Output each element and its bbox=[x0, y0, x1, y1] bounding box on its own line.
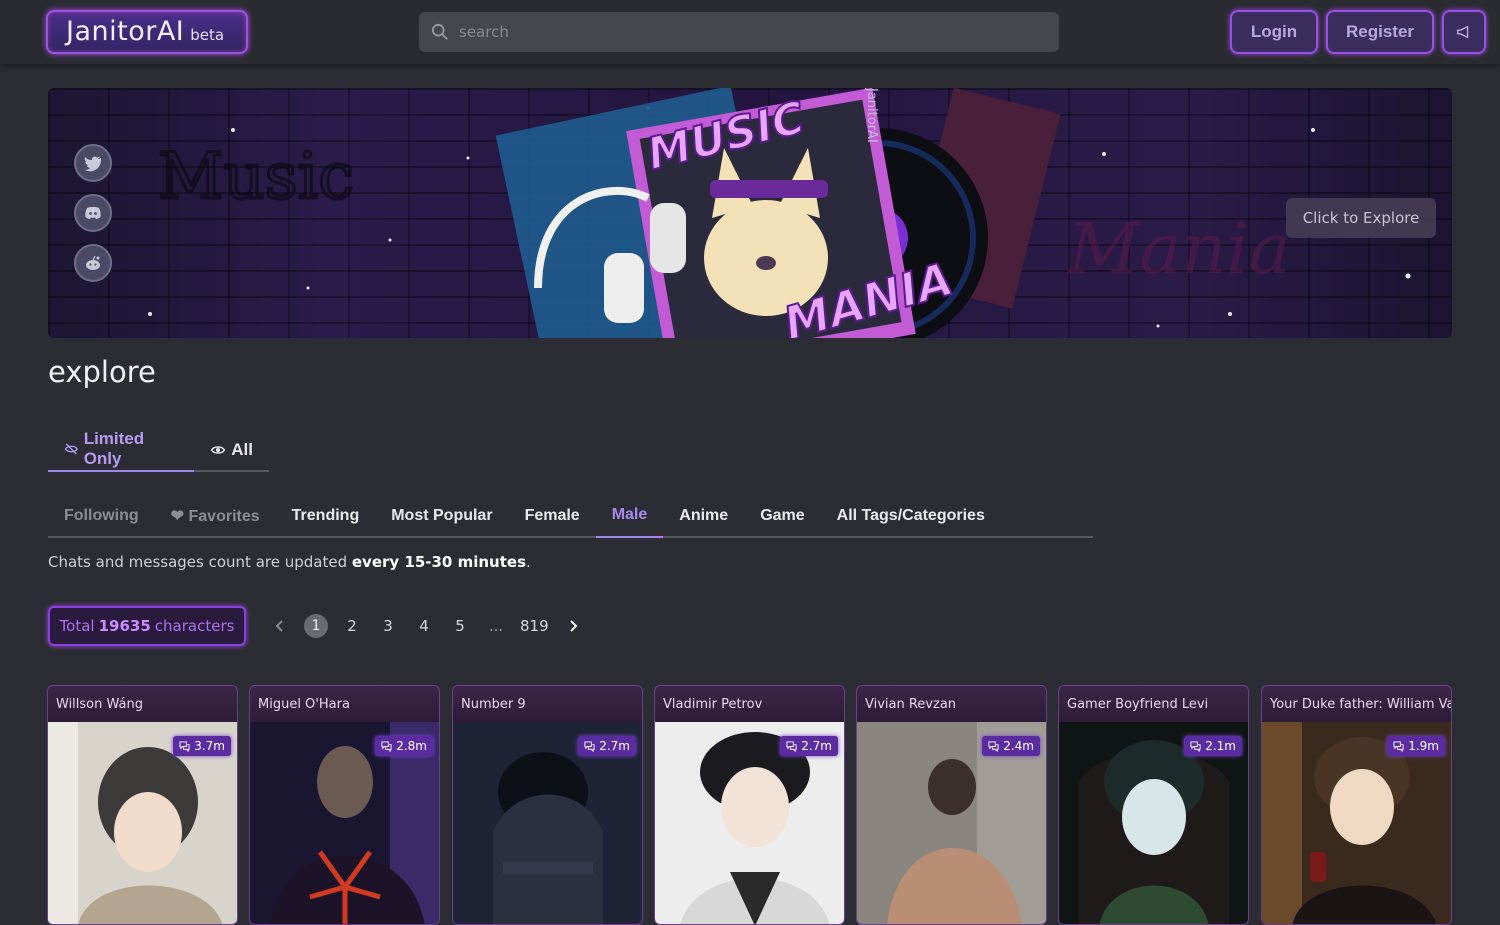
update-notice-period: . bbox=[526, 553, 531, 571]
prev-page-button[interactable] bbox=[268, 614, 292, 638]
banner-artwork: Music Mania MUSIC MANIA JanitorAI bbox=[148, 88, 1411, 338]
login-button[interactable]: Login bbox=[1230, 10, 1318, 54]
twitter-icon bbox=[84, 156, 101, 172]
update-notice-interval: every 15-30 minutes bbox=[351, 553, 526, 571]
chat-count-badge: 2.4m bbox=[982, 736, 1040, 756]
chat-count: 3.7m bbox=[194, 739, 225, 753]
character-name: Your Duke father: William Var bbox=[1262, 686, 1451, 722]
tab-all-label: All bbox=[231, 440, 253, 459]
next-page-button[interactable] bbox=[561, 614, 585, 638]
tab-most-popular[interactable]: Most Popular bbox=[375, 494, 508, 538]
svg-text:Music: Music bbox=[158, 140, 354, 214]
chat-count-badge: 2.1m bbox=[1184, 736, 1242, 756]
search-bar[interactable] bbox=[419, 12, 1059, 52]
chevron-left-icon bbox=[275, 620, 283, 632]
chat-count: 2.4m bbox=[1003, 739, 1034, 753]
content-mode-tabs: Limited Only All bbox=[48, 428, 269, 472]
chat-count: 2.1m bbox=[1205, 739, 1236, 753]
character-card[interactable]: Vivian Revzan 2.4m bbox=[856, 685, 1047, 925]
character-name: Vivian Revzan bbox=[857, 686, 1046, 722]
chat-count-badge: 3.7m bbox=[173, 736, 231, 756]
page-title: explore bbox=[48, 355, 156, 389]
chat-count: 2.7m bbox=[801, 739, 832, 753]
chat-bubbles-icon bbox=[584, 740, 595, 752]
page-button-5[interactable]: 5 bbox=[448, 614, 472, 638]
chat-count: 1.9m bbox=[1408, 739, 1439, 753]
logo-beta-tag: beta bbox=[190, 26, 225, 44]
category-tabs: Following ❤ Favorites Trending Most Popu… bbox=[48, 494, 1093, 538]
chat-bubbles-icon bbox=[179, 740, 190, 752]
discord-link[interactable] bbox=[74, 194, 112, 232]
megaphone-icon bbox=[1456, 25, 1469, 39]
tab-game[interactable]: Game bbox=[744, 494, 820, 538]
page-button-2[interactable]: 2 bbox=[340, 614, 364, 638]
top-bar: JanitorAI beta Login Register bbox=[0, 0, 1500, 64]
tab-limited-only-label: Limited Only bbox=[83, 429, 145, 468]
tab-male[interactable]: Male bbox=[595, 494, 664, 538]
total-characters-badge: Total 19635 characters bbox=[48, 606, 246, 646]
reddit-icon bbox=[86, 255, 100, 270]
update-notice: Chats and messages count are updated eve… bbox=[48, 553, 531, 571]
tab-anime[interactable]: Anime bbox=[663, 494, 744, 538]
tab-trending[interactable]: Trending bbox=[276, 494, 376, 538]
pagination: 1 2 3 4 5 ... 819 bbox=[262, 612, 591, 640]
character-name: Gamer Boyfriend Levi bbox=[1059, 686, 1248, 722]
chat-bubbles-icon bbox=[786, 740, 797, 752]
chat-bubbles-icon bbox=[381, 740, 392, 752]
page-button-1[interactable]: 1 bbox=[304, 614, 328, 638]
page-button-last[interactable]: 819 bbox=[520, 614, 549, 638]
reddit-link[interactable] bbox=[74, 244, 112, 282]
search-input[interactable] bbox=[459, 23, 1019, 41]
character-card[interactable]: Gamer Boyfriend Levi 2.1m bbox=[1058, 685, 1249, 925]
character-card[interactable]: Miguel O'Hara 2.8m bbox=[249, 685, 440, 925]
update-notice-text: Chats and messages count are updated bbox=[48, 553, 352, 571]
character-card[interactable]: Your Duke father: William Var 1.9m bbox=[1261, 685, 1452, 925]
chat-bubbles-icon bbox=[988, 740, 999, 752]
tab-all-tags[interactable]: All Tags/Categories bbox=[821, 494, 1001, 538]
character-name: Number 9 bbox=[453, 686, 642, 722]
tab-limited-only[interactable]: Limited Only bbox=[48, 428, 195, 472]
svg-text:Mania: Mania bbox=[1066, 208, 1291, 290]
chat-count: 2.7m bbox=[599, 739, 630, 753]
page-ellipsis: ... bbox=[488, 617, 504, 635]
character-card[interactable]: Willson Wáng 3.7m bbox=[47, 685, 238, 925]
chat-bubbles-icon bbox=[1190, 740, 1201, 752]
page-button-3[interactable]: 3 bbox=[376, 614, 400, 638]
promo-banner[interactable]: Music Mania MUSIC MANIA JanitorAI Click … bbox=[48, 88, 1452, 338]
announcement-button[interactable] bbox=[1442, 10, 1486, 54]
total-count: 19635 bbox=[98, 617, 151, 635]
explore-banner-button[interactable]: Click to Explore bbox=[1286, 198, 1436, 238]
chat-bubbles-icon bbox=[1393, 740, 1404, 752]
character-card[interactable]: Vladimir Petrov 2.7m bbox=[654, 685, 845, 925]
logo-text: JanitorAI bbox=[66, 16, 185, 47]
chat-count-badge: 2.7m bbox=[578, 736, 636, 756]
character-name: Vladimir Petrov bbox=[655, 686, 844, 722]
character-name: Willson Wáng bbox=[48, 686, 237, 722]
tab-female[interactable]: Female bbox=[509, 494, 596, 538]
page-button-4[interactable]: 4 bbox=[412, 614, 436, 638]
eye-icon bbox=[211, 446, 226, 454]
character-card[interactable]: Number 9 2.7m bbox=[452, 685, 643, 925]
svg-text:JanitorAI: JanitorAI bbox=[864, 88, 879, 143]
total-prefix: Total bbox=[59, 617, 95, 635]
character-name: Miguel O'Hara bbox=[250, 686, 439, 722]
register-button[interactable]: Register bbox=[1326, 10, 1434, 54]
eye-slash-icon bbox=[64, 443, 78, 455]
chat-count: 2.8m bbox=[396, 739, 427, 753]
tab-all[interactable]: All bbox=[194, 428, 269, 472]
character-grid: Willson Wáng 3.7m Miguel O'Hara 2.8m Num… bbox=[47, 685, 1453, 925]
twitter-link[interactable] bbox=[74, 144, 112, 182]
chevron-right-icon bbox=[569, 620, 578, 632]
tab-favorites[interactable]: ❤ Favorites bbox=[155, 494, 276, 538]
discord-icon bbox=[85, 206, 101, 219]
chat-count-badge: 2.8m bbox=[375, 736, 433, 756]
tab-following[interactable]: Following bbox=[48, 494, 155, 538]
chat-count-badge: 2.7m bbox=[780, 736, 838, 756]
total-suffix: characters bbox=[154, 617, 235, 635]
chat-count-badge: 1.9m bbox=[1387, 736, 1445, 756]
search-icon bbox=[431, 23, 448, 40]
site-logo[interactable]: JanitorAI beta bbox=[46, 10, 248, 54]
